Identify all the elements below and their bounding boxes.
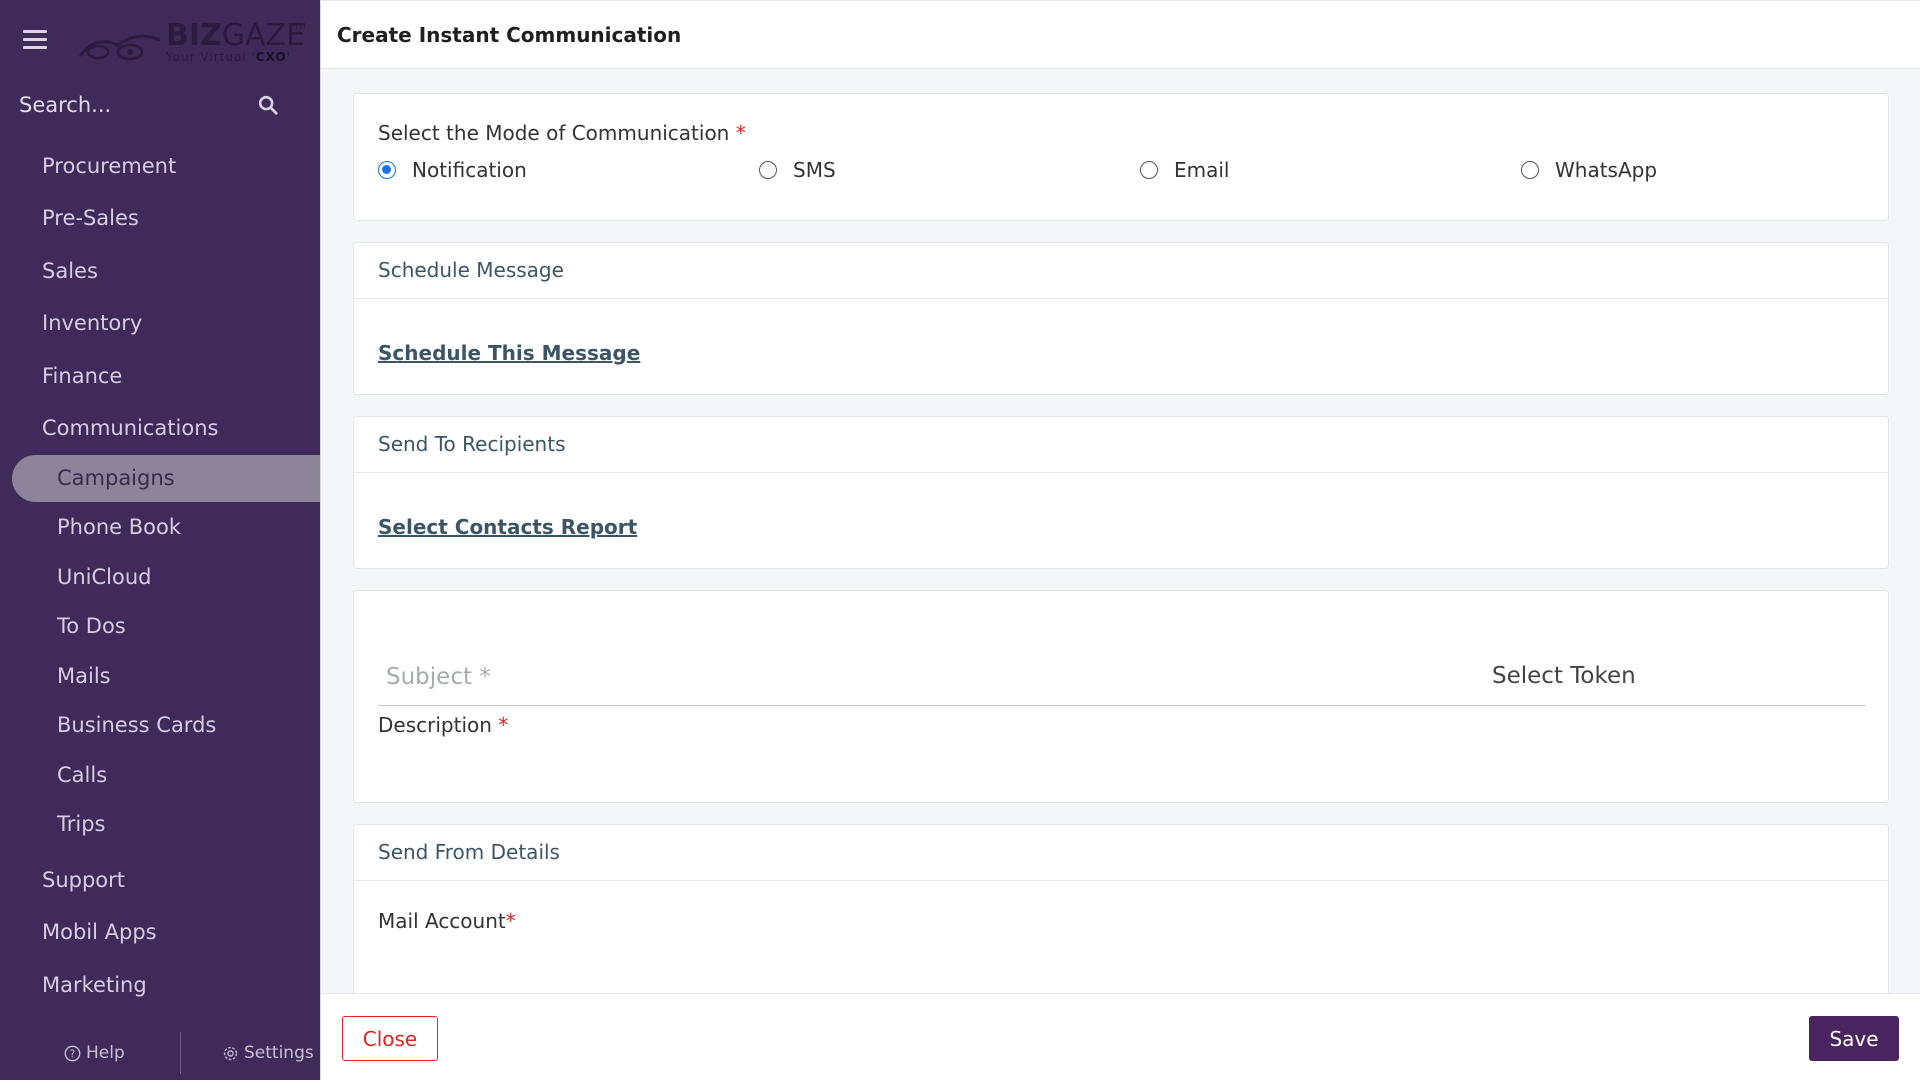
sidebar-item-sales[interactable]: Sales <box>42 259 98 283</box>
sidebar-item-mails[interactable]: Mails <box>57 664 111 688</box>
radio-sms[interactable]: SMS <box>759 158 836 182</box>
radio-whatsapp-control[interactable] <box>1521 161 1539 179</box>
action-footer: Close Save <box>321 993 1920 1080</box>
radio-email-label: Email <box>1174 158 1230 182</box>
save-button[interactable]: Save <box>1809 1016 1899 1061</box>
main-panel: Create Instant Communication Select the … <box>320 0 1920 1080</box>
send-from-card-header: Send From Details <box>354 825 1888 881</box>
sidebar-item-business-cards[interactable]: Business Cards <box>57 713 216 737</box>
brand-wordmark: BIZGAZE <box>166 18 306 53</box>
radio-whatsapp-label: WhatsApp <box>1555 158 1658 182</box>
sidebar-item-marketing[interactable]: Marketing <box>42 973 147 997</box>
page-title: Create Instant Communication <box>337 23 682 47</box>
sidebar-item-campaigns[interactable]: Campaigns <box>57 466 175 490</box>
hamburger-menu-icon[interactable] <box>23 30 47 50</box>
logo-eyes-icon <box>78 34 161 61</box>
message-card: Select Token Description * <box>353 590 1889 803</box>
brand-logo: BIZGAZE TM Your Virtual 'CXO' <box>76 18 306 68</box>
sidebar-item-procurement[interactable]: Procurement <box>42 154 176 178</box>
schedule-card-header: Schedule Message <box>354 243 1888 299</box>
page-header: Create Instant Communication <box>321 0 1920 69</box>
radio-email[interactable]: Email <box>1140 158 1230 182</box>
radio-sms-control[interactable] <box>759 161 777 179</box>
mail-account-label: Mail Account* <box>378 909 516 933</box>
sidebar-item-calls[interactable]: Calls <box>57 763 107 787</box>
schedule-heading: Schedule Message <box>378 258 564 282</box>
radio-email-control[interactable] <box>1140 161 1158 179</box>
sidebar: BIZGAZE TM Your Virtual 'CXO' Procuremen… <box>0 0 320 1080</box>
radio-notification-control[interactable] <box>378 161 396 179</box>
close-button[interactable]: Close <box>342 1016 438 1061</box>
search-input[interactable] <box>19 88 249 122</box>
brand-trademark: TM <box>294 22 306 31</box>
sidebar-item-inventory[interactable]: Inventory <box>42 311 142 335</box>
sidebar-item-finance[interactable]: Finance <box>42 364 122 388</box>
sidebar-item-mobil-apps[interactable]: Mobil Apps <box>42 920 157 944</box>
select-contacts-report-link[interactable]: Select Contacts Report <box>378 515 637 539</box>
select-token-button[interactable]: Select Token <box>1492 663 1636 689</box>
brand-tagline: Your Virtual 'CXO' <box>166 50 291 64</box>
sidebar-footer: ? Help Settings <box>0 1030 320 1076</box>
form-content: Select the Mode of Communication * Notif… <box>321 69 1920 993</box>
search-icon[interactable] <box>257 94 279 116</box>
settings-button[interactable]: Settings <box>222 1043 314 1063</box>
radio-notification[interactable]: Notification <box>378 158 527 182</box>
subject-input[interactable] <box>378 657 1478 697</box>
sidebar-item-trips[interactable]: Trips <box>57 812 105 836</box>
recipients-card: Send To Recipients Select Contacts Repor… <box>353 416 1889 569</box>
help-icon: ? <box>64 1045 81 1061</box>
svg-text:?: ? <box>70 1049 75 1060</box>
footer-divider <box>180 1032 181 1074</box>
sidebar-item-pre-sales[interactable]: Pre-Sales <box>42 206 139 230</box>
sidebar-search <box>19 88 289 122</box>
recipients-card-header: Send To Recipients <box>354 417 1888 473</box>
schedule-this-message-link[interactable]: Schedule This Message <box>378 341 640 365</box>
radio-whatsapp[interactable]: WhatsApp <box>1521 158 1657 182</box>
recipients-heading: Send To Recipients <box>378 432 566 456</box>
help-button[interactable]: ? Help <box>64 1043 125 1063</box>
send-from-card: Send From Details Mail Account* <box>353 824 1889 993</box>
sidebar-item-unicloud[interactable]: UniCloud <box>57 565 152 589</box>
sidebar-item-phone-book[interactable]: Phone Book <box>57 515 181 539</box>
mode-label: Select the Mode of Communication * <box>378 121 746 145</box>
sidebar-item-support[interactable]: Support <box>42 868 125 892</box>
gear-icon <box>223 1046 238 1060</box>
description-label: Description * <box>378 713 509 737</box>
subject-underline <box>378 705 1866 706</box>
radio-sms-label: SMS <box>793 158 836 182</box>
schedule-card: Schedule Message Schedule This Message <box>353 242 1889 395</box>
send-from-heading: Send From Details <box>378 840 560 864</box>
sidebar-item-communications[interactable]: Communications <box>42 416 218 440</box>
sidebar-item-to-dos[interactable]: To Dos <box>57 614 126 638</box>
help-label: Help <box>86 1043 125 1063</box>
settings-label: Settings <box>244 1043 314 1063</box>
radio-notification-label: Notification <box>412 158 527 182</box>
mode-card: Select the Mode of Communication * Notif… <box>353 93 1889 221</box>
